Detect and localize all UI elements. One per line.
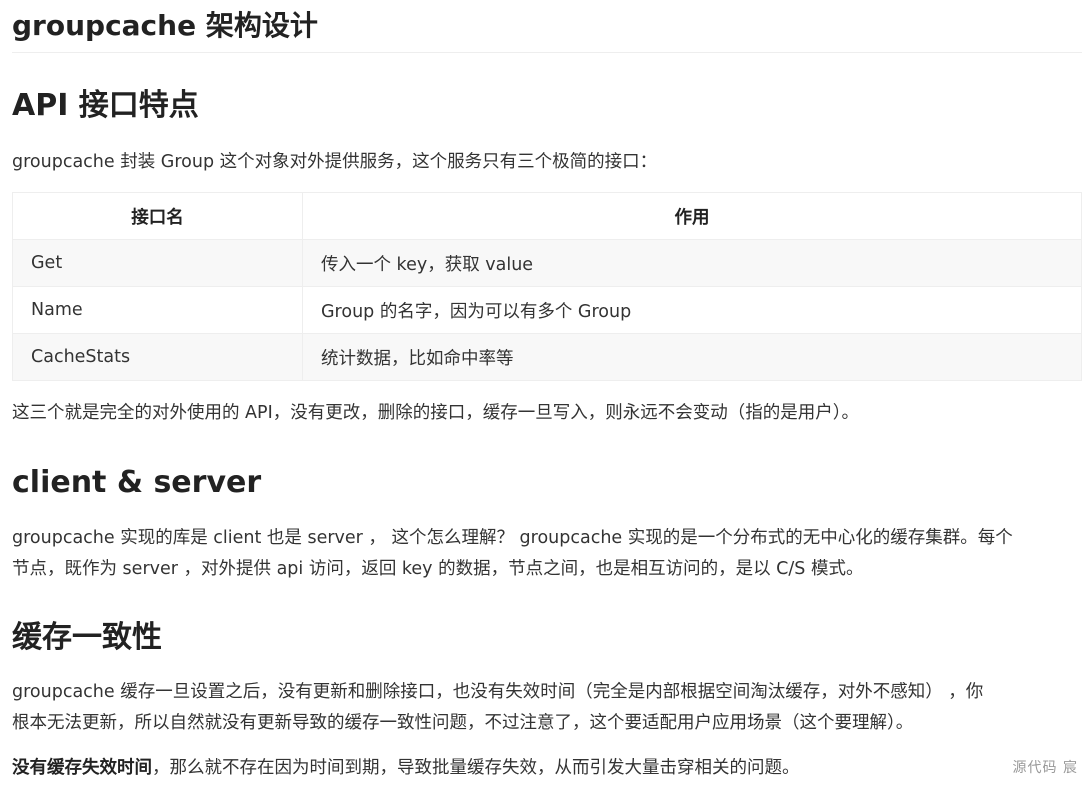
note-rest-text: ，那么就不存在因为时间到期，导致批量缓存失效，从而引发大量击穿相关的问题。 <box>152 758 800 778</box>
api-intro-paragraph: groupcache 封装 Group 这个对象对外提供服务，这个服务只有三个极… <box>12 152 658 172</box>
table-row: Name Group 的名字，因为可以有多个 Group <box>12 286 1082 334</box>
section-heading-client-server: client & server <box>12 465 262 500</box>
table-cell-name: CacheStats <box>12 333 303 381</box>
table-cell-name: Get <box>12 239 303 287</box>
consistency-note-paragraph: 没有缓存失效时间，那么就不存在因为时间到期，导致批量缓存失效，从而引发大量击穿相… <box>12 753 1077 784</box>
client-server-line-1: groupcache 实现的库是 client 也是 server ， 这个怎么… <box>12 528 1013 548</box>
table-header-name: 接口名 <box>12 192 303 240</box>
consistency-line-1: groupcache 缓存一旦设置之后，没有更新和删除接口，也没有失效时间（完全… <box>12 682 984 702</box>
table-cell-name: Name <box>12 286 303 334</box>
api-outro-paragraph: 这三个就是完全的对外使用的 API，没有更改，删除的接口，缓存一旦写入，则永远不… <box>12 403 859 423</box>
page-title: groupcache 架构设计 <box>12 9 318 42</box>
table-cell-purpose: Group 的名字，因为可以有多个 Group <box>302 286 1082 334</box>
api-table: 接口名 作用 Get 传入一个 key，获取 value Name Group … <box>12 192 1082 381</box>
table-row: Get 传入一个 key，获取 value <box>12 239 1082 287</box>
section-heading-consistency: 缓存一致性 <box>12 620 162 655</box>
client-server-line-2: 节点，既作为 server ，对外提供 api 访问，返回 key 的数据，节点… <box>12 559 864 579</box>
section-heading-api: API 接口特点 <box>12 88 199 123</box>
bold-lead-text: 没有缓存失效时间 <box>12 758 152 778</box>
table-cell-purpose: 传入一个 key，获取 value <box>302 239 1082 287</box>
table-header-purpose: 作用 <box>302 192 1082 240</box>
title-divider <box>12 52 1082 53</box>
table-row: CacheStats 统计数据，比如命中率等 <box>12 333 1082 381</box>
table-cell-purpose: 统计数据，比如命中率等 <box>302 333 1082 381</box>
watermark: 源代码 宸 <box>1012 760 1078 776</box>
consistency-line-2: 根本无法更新，所以自然就没有更新导致的缓存一致性问题，不过注意了，这个要适配用户… <box>12 713 914 733</box>
